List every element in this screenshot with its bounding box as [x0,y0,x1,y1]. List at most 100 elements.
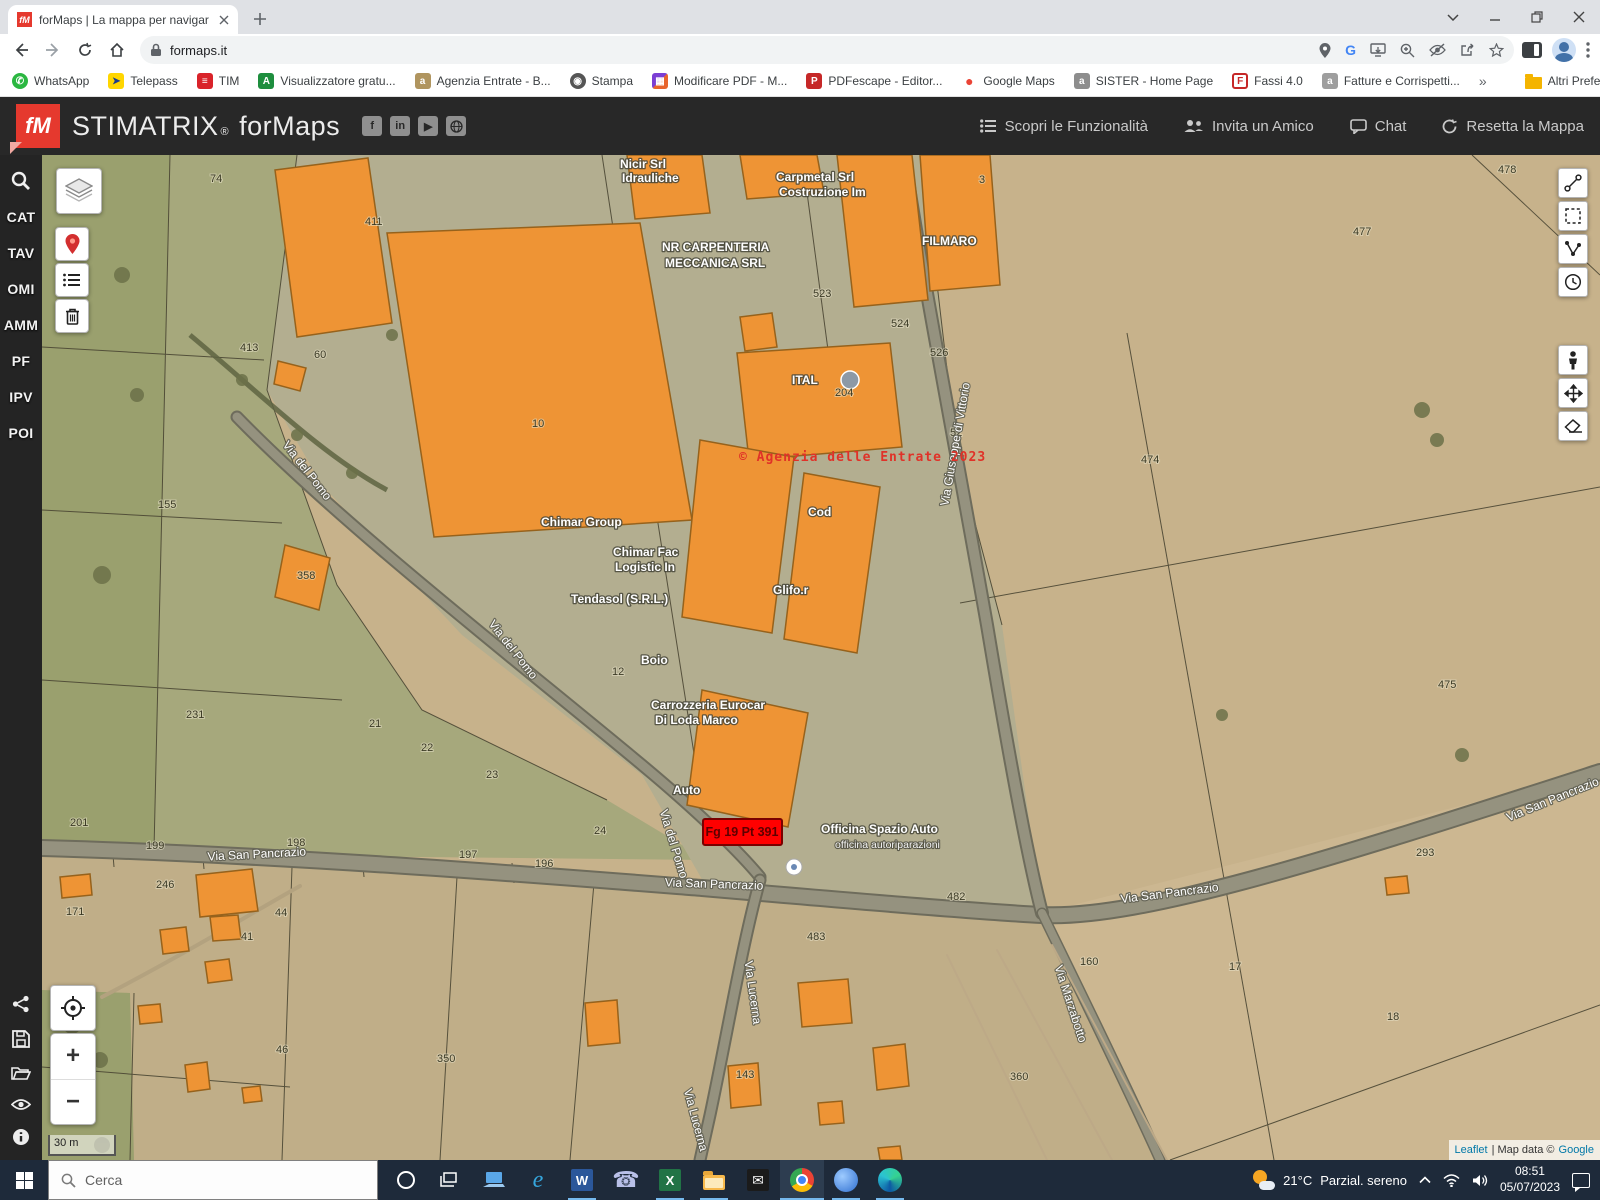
window-chevron-icon[interactable] [1432,0,1474,34]
install-icon[interactable] [1370,43,1386,57]
youtube-icon[interactable]: ▶ [418,116,438,136]
google-g-icon[interactable]: G [1345,42,1356,58]
wifi-icon[interactable] [1443,1174,1460,1187]
map-canvas[interactable]: 74 411 413 60 10 12 155 358 231 21 22 23… [42,155,1600,1160]
other-favorites[interactable]: Altri Preferiti [1525,74,1600,89]
sidebar-item-poi[interactable]: POI [8,425,33,441]
measure-angle-button[interactable] [1558,234,1588,264]
menu-scopri-funzionalita[interactable]: Scopri le Funzionalità [980,118,1148,135]
zoom-icon[interactable] [1400,43,1415,58]
menu-resetta-mappa[interactable]: Resetta la Mappa [1442,118,1584,135]
blue-app-icon[interactable] [824,1160,868,1200]
notification-center-icon[interactable] [1572,1173,1590,1188]
side-panel-icon[interactable] [1522,42,1542,58]
bookmark-fatture[interactable]: aFatture e Corrispetti... [1322,73,1460,89]
sidebar-item-tav[interactable]: TAV [8,245,35,261]
linkedin-icon[interactable]: in [390,116,410,136]
task-view-icon[interactable] [428,1160,472,1200]
open-folder-icon[interactable] [11,1065,31,1081]
bookmark-pdfescape[interactable]: PPDFescape - Editor... [806,73,942,89]
profile-avatar[interactable] [1552,38,1576,62]
internet-explorer-icon[interactable]: e [516,1160,560,1200]
bookmark-label: PDFescape - Editor... [828,74,942,88]
leaflet-link[interactable]: Leaflet [1455,1144,1488,1156]
bookmarks-overflow-icon[interactable]: » [1479,73,1487,89]
tab-close-icon[interactable] [219,15,229,25]
file-explorer-icon[interactable] [692,1160,736,1200]
eye-icon[interactable] [11,1098,31,1111]
trash-button[interactable] [55,299,89,333]
edge-icon[interactable] [868,1160,912,1200]
google-link[interactable]: Google [1559,1144,1594,1156]
bookmark-visualizzatore[interactable]: AVisualizzatore gratu... [258,73,395,89]
eye-off-icon[interactable] [1429,43,1446,57]
weather-widget[interactable]: 21°C Parzial. sereno [1251,1170,1407,1190]
taskbar-clock[interactable]: 08:51 05/07/2023 [1500,1164,1560,1195]
sidebar-item-omi[interactable]: OMI [7,281,34,297]
facebook-icon[interactable]: f [362,116,382,136]
share-icon[interactable] [12,995,30,1013]
bookmark-fassi[interactable]: FFassi 4.0 [1232,73,1303,89]
phone-dialer-icon[interactable]: ☎ [604,1160,648,1200]
cortana-icon[interactable] [384,1160,428,1200]
browser-menu-icon[interactable] [1586,42,1590,58]
chrome-icon[interactable] [780,1160,824,1200]
search-icon[interactable] [11,171,31,191]
taskbar-search[interactable]: Cerca [48,1160,378,1200]
address-bar[interactable]: formaps.it G [140,36,1514,64]
menu-invita-amico[interactable]: Invita un Amico [1184,118,1314,135]
bookmark-stampa[interactable]: ◉Stampa [570,73,633,89]
info-icon[interactable] [12,1128,30,1146]
marker-button[interactable] [55,227,89,261]
bookmark-telepass[interactable]: ➤Telepass [108,73,177,89]
share-icon[interactable] [1460,43,1475,57]
select-area-button[interactable] [1558,201,1588,231]
tray-expand-icon[interactable] [1419,1176,1431,1184]
excel-icon[interactable]: X [648,1160,692,1200]
back-icon[interactable] [6,36,36,64]
bookmark-agenzia-entrate[interactable]: aAgenzia Entrate - B... [415,73,551,89]
highlighted-parcel[interactable]: Fg 19 Pt 391 [703,819,782,845]
list-button[interactable] [55,263,89,297]
menu-chat[interactable]: Chat [1350,118,1407,135]
sidebar-item-pf[interactable]: PF [12,353,31,369]
zoom-out-button[interactable]: − [51,1080,95,1125]
tool-sidebar: CAT TAV OMI AMM PF IPV POI [0,155,42,1160]
start-button[interactable] [0,1160,48,1200]
word-icon[interactable]: W [560,1160,604,1200]
location-pin-icon[interactable] [1319,43,1331,58]
save-icon[interactable] [12,1030,30,1048]
bookmark-sister[interactable]: aSISTER - Home Page [1074,73,1213,89]
locate-button[interactable] [50,985,96,1031]
pan-button[interactable] [1558,378,1588,408]
browser-tab[interactable]: fM forMaps | La mappa per navigar [8,5,238,34]
sidebar-item-cat[interactable]: CAT [7,209,36,225]
bookmark-google-maps[interactable]: ●Google Maps [961,73,1054,89]
pegman-button[interactable] [1558,345,1588,375]
eraser-button[interactable] [1558,411,1588,441]
volume-icon[interactable] [1472,1174,1488,1187]
window-close-button[interactable] [1558,0,1600,34]
bookmark-modificare-pdf[interactable]: ▦Modificare PDF - M... [652,73,787,89]
layers-button[interactable] [56,168,102,214]
home-icon[interactable] [102,36,132,64]
formaps-logo[interactable]: fM [16,104,60,148]
forward-icon[interactable] [38,36,68,64]
window-minimize-button[interactable] [1474,0,1516,34]
new-tab-button[interactable] [246,5,274,33]
menu-label: Resetta la Mappa [1466,118,1584,135]
website-globe-icon[interactable] [446,116,466,136]
star-icon[interactable] [1489,43,1504,57]
parcel-label: 358 [297,570,315,582]
sidebar-item-ipv[interactable]: IPV [9,389,32,405]
sidebar-item-amm[interactable]: AMM [4,317,38,333]
reload-icon[interactable] [70,36,100,64]
bookmark-tim[interactable]: ≡TIM [197,73,240,89]
window-restore-button[interactable] [1516,0,1558,34]
zoom-in-button[interactable]: + [51,1034,95,1080]
history-button[interactable] [1558,267,1588,297]
mail-app-icon[interactable]: ✉ [736,1160,780,1200]
bookmark-whatsapp[interactable]: ✆WhatsApp [12,73,89,89]
remote-desktop-icon[interactable] [472,1160,516,1200]
measure-path-button[interactable] [1558,168,1588,198]
